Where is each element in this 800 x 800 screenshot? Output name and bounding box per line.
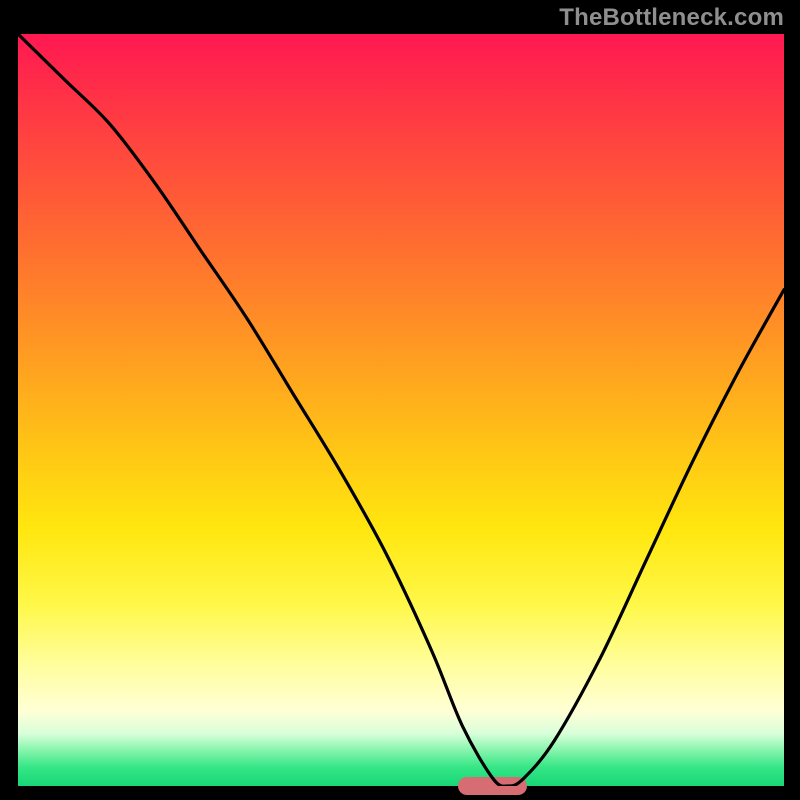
watermark-text: TheBottleneck.com — [559, 4, 784, 32]
curve-path — [18, 34, 784, 786]
bottleneck-curve — [18, 34, 784, 786]
plot-area — [18, 34, 784, 786]
chart-frame: TheBottleneck.com — [0, 0, 800, 800]
